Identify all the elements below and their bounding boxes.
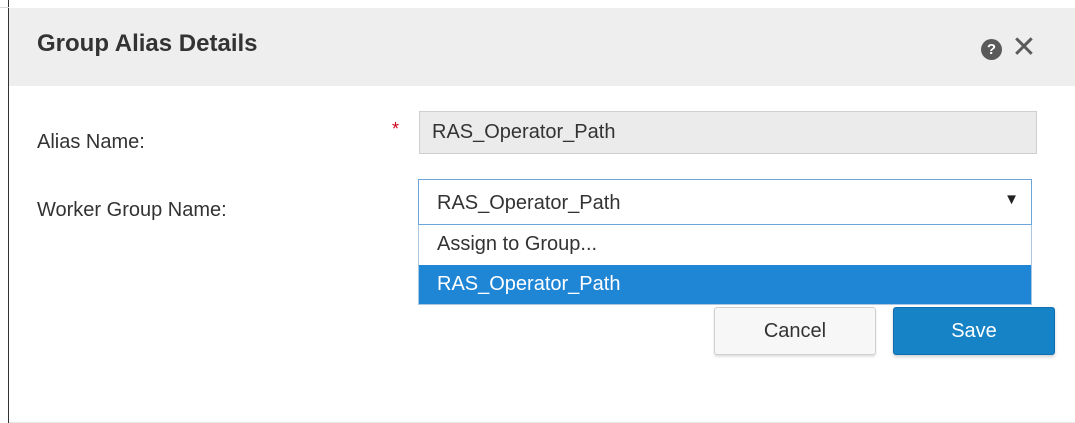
- close-icon[interactable]: ✕: [1009, 33, 1039, 63]
- dropdown-option-assign-to-group[interactable]: Assign to Group...: [419, 225, 1031, 264]
- worker-group-dropdown-list: Assign to Group... RAS_Operator_Path: [418, 225, 1032, 305]
- alias-name-input[interactable]: [419, 111, 1037, 154]
- group-alias-details-dialog: Group Alias Details ? ✕ Alias Name: * Wo…: [9, 7, 1075, 423]
- worker-group-name-label: Worker Group Name:: [37, 199, 227, 221]
- chevron-down-icon: ▼: [1004, 191, 1019, 208]
- dropdown-option-ras-operator-path[interactable]: RAS_Operator_Path: [419, 265, 1031, 304]
- save-button[interactable]: Save: [893, 307, 1055, 355]
- required-indicator: *: [392, 119, 400, 139]
- worker-group-selected-value: RAS_Operator_Path: [437, 192, 621, 214]
- cancel-button[interactable]: Cancel: [714, 307, 876, 355]
- help-icon[interactable]: ?: [981, 39, 1002, 60]
- dialog-title: Group Alias Details: [37, 30, 258, 57]
- alias-name-label: Alias Name:: [37, 131, 145, 153]
- dialog-header: Group Alias Details ? ✕: [9, 8, 1075, 86]
- worker-group-select[interactable]: RAS_Operator_Path ▼: [418, 179, 1032, 225]
